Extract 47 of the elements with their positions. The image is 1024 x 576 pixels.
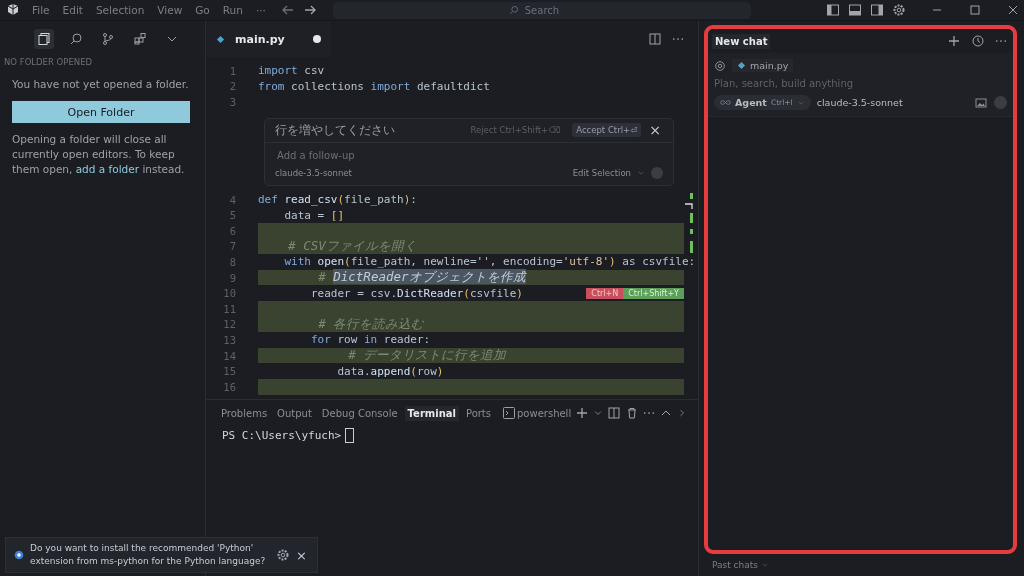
model-selector[interactable]: claude-3.5-sonnet [816, 97, 903, 108]
code-line: def read_csv(file_path): [258, 193, 417, 207]
panel-tab[interactable]: Output [274, 405, 315, 421]
chat-tab[interactable]: New chat [712, 33, 771, 49]
menu-item[interactable]: Go [195, 4, 210, 16]
accept-shortcut[interactable]: Ctrl+Shift+Y [623, 287, 684, 299]
folder-note: Opening a folder will close all currently open editors. To keep them open, add a folder instead. [12, 132, 186, 177]
code-line: data = [] [283, 208, 345, 222]
terminal-prompt: PS C:\Users\yfuch> [222, 429, 342, 442]
close-button[interactable]: × [647, 122, 663, 139]
search-field[interactable]: Search [332, 1, 751, 19]
menu-item[interactable]: File [32, 4, 50, 16]
section-header[interactable]: NO FOLDER OPENED [0, 57, 205, 67]
code-line: reader = csv.DictReader(csvfile) [309, 286, 523, 300]
menu-item[interactable]: Run [222, 4, 243, 16]
prompt-text: 行を増やしてください [275, 121, 395, 139]
code-line: for row in reader: [309, 333, 431, 347]
menu-item[interactable]: Selection [95, 4, 145, 16]
code-line: data.append(row) [336, 364, 444, 378]
menu-item[interactable]: View [157, 4, 183, 16]
menu-item[interactable]: ··· [255, 4, 266, 16]
follow-up-field[interactable]: Add a follow-up [275, 148, 663, 162]
panel-tab[interactable]: Terminal [404, 405, 459, 421]
open-folder-button[interactable]: Open Folder [12, 101, 190, 123]
model-selector[interactable]: claude-3.5-sonnet [275, 167, 352, 178]
chat-input[interactable]: Plan, search, build anything [714, 78, 1007, 89]
panel-tab[interactable]: Debug Console [318, 405, 401, 421]
code-line: # DictReaderオブジェクトを作成 [317, 269, 526, 287]
code-line: from collections import defaultdict [258, 79, 490, 93]
code-line: # データリストに行を追加 [347, 347, 507, 364]
empty-message: You have not yet opened a folder. [12, 77, 190, 92]
add-folder-link[interactable]: add a folder [75, 163, 140, 175]
file-chip[interactable]: main.py [732, 59, 794, 72]
mode-selector[interactable]: Edit Selection [572, 167, 631, 178]
code-line: # CSVファイルを開く [287, 237, 417, 255]
code-line: with open(file_path, newline='', encoding='utf-8') as csvfile: [283, 255, 696, 269]
code-line: import csv [258, 64, 325, 78]
panel-tab[interactable]: Ports [462, 405, 494, 421]
accept-button[interactable]: Accept Ctrl+⏎ [572, 123, 642, 138]
close-button[interactable]: × [296, 547, 307, 563]
past-chats-toggle[interactable]: Past chats [712, 560, 758, 570]
code-line: # 各行を読み込む [317, 315, 425, 333]
reject-shortcut[interactable]: Ctrl+N [586, 287, 624, 299]
panel-tab[interactable]: Problems [218, 405, 271, 421]
menu-item[interactable]: Edit [62, 4, 83, 16]
terminal-name[interactable]: powershell [517, 407, 572, 419]
notification-message: Do you want to install the recommended 'Python' extension from ms-python for the Python language? [30, 542, 267, 568]
